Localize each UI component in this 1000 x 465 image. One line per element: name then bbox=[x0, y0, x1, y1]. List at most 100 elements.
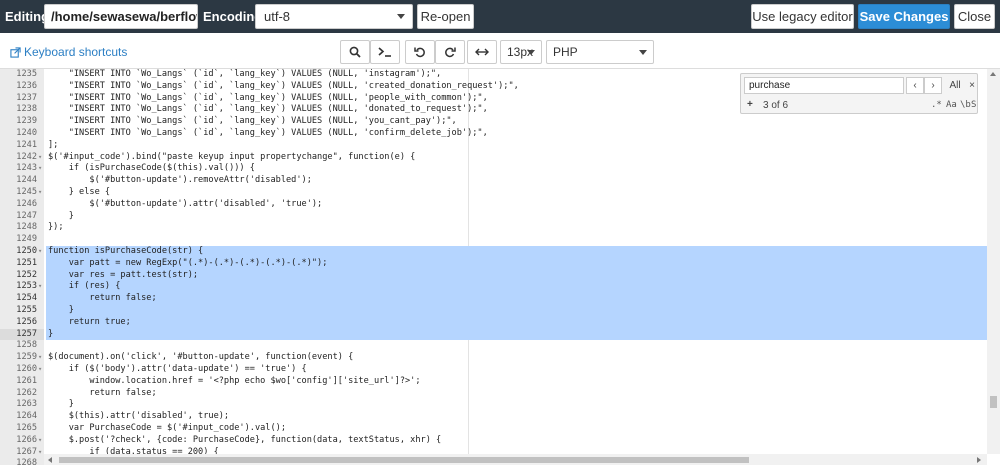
chevron-down-icon bbox=[639, 50, 647, 55]
code-line[interactable]: 1256 return true; bbox=[0, 316, 987, 329]
whole-word-option[interactable]: \b bbox=[960, 100, 971, 110]
line-number: 1256 bbox=[16, 316, 37, 327]
find-all-button[interactable]: All bbox=[944, 77, 966, 94]
code-line[interactable]: 1248}); bbox=[0, 222, 987, 234]
close-button[interactable]: Close bbox=[954, 4, 995, 29]
code-line[interactable]: 1259 ▾ $(document).on('click', '#button-up… bbox=[0, 352, 987, 364]
line-number: 1236 bbox=[16, 80, 37, 91]
selection-highlight bbox=[46, 316, 987, 329]
line-number: 1258 bbox=[16, 340, 37, 351]
chevron-left-icon: ‹ bbox=[913, 80, 917, 91]
scroll-left-arrow-icon[interactable] bbox=[48, 457, 52, 463]
code-line[interactable]: 1250 ▾ function isPurchaseCode(str) { bbox=[0, 245, 987, 258]
code-text: "INSERT INTO `Wo_Langs` (`id`, `lang_key… bbox=[48, 80, 519, 91]
scroll-right-arrow-icon[interactable] bbox=[977, 457, 981, 463]
fold-toggle-icon[interactable]: ▾ bbox=[38, 281, 44, 293]
code-line[interactable]: 1252 var res = patt.test(str); bbox=[0, 269, 987, 282]
chevron-down-icon bbox=[527, 50, 535, 55]
search-input[interactable]: purchase bbox=[744, 77, 904, 94]
code-line[interactable]: 1247 } bbox=[0, 211, 987, 223]
code-editor[interactable]: 1235 "INSERT INTO `Wo_Langs` (`id`, `lan… bbox=[0, 68, 1000, 465]
redo-icon bbox=[445, 47, 456, 58]
horizontal-arrows-icon bbox=[475, 48, 489, 56]
code-line[interactable]: 1249 bbox=[0, 234, 987, 246]
toggle-replace-button[interactable]: + bbox=[747, 99, 753, 110]
scroll-up-arrow-icon[interactable] bbox=[990, 72, 996, 76]
language-mode-select[interactable]: PHP bbox=[546, 40, 654, 64]
code-line[interactable]: 1244 $('#button-update').removeAttr('dis… bbox=[0, 175, 987, 187]
redo-button[interactable] bbox=[435, 40, 465, 64]
line-number: 1265 bbox=[16, 422, 37, 433]
fold-toggle-icon[interactable]: ▾ bbox=[38, 152, 44, 164]
code-line[interactable]: 1266 ▾ $.post('?check', {code: PurchaseCo… bbox=[0, 435, 987, 447]
code-line[interactable]: 1255 } bbox=[0, 304, 987, 317]
code-line[interactable]: 1264 $(this).attr('disabled', true); bbox=[0, 411, 987, 423]
code-line[interactable]: 1262 return false; bbox=[0, 388, 987, 400]
code-lines: 1235 "INSERT INTO `Wo_Langs` (`id`, `lan… bbox=[0, 69, 987, 465]
search-button[interactable] bbox=[340, 40, 370, 64]
code-line[interactable]: 1243 ▾ if (isPurchaseCode($(this).val()))… bbox=[0, 163, 987, 175]
code-line[interactable]: 1246 $('#button-update').attr('disabled'… bbox=[0, 199, 987, 211]
line-number: 1240 bbox=[16, 127, 37, 138]
fold-toggle-icon[interactable]: ▾ bbox=[38, 364, 44, 376]
code-line[interactable]: 1239 "INSERT INTO `Wo_Langs` (`id`, `lan… bbox=[0, 116, 987, 128]
terminal-button[interactable] bbox=[370, 40, 400, 64]
find-next-button[interactable]: › bbox=[924, 77, 942, 94]
line-number: 1248 bbox=[16, 222, 37, 233]
fold-toggle-icon[interactable]: ▾ bbox=[38, 246, 44, 258]
code-line[interactable]: 1245 ▾ } else { bbox=[0, 187, 987, 199]
code-line[interactable]: 1242 ▾ $('#input_code').bind("paste keyup … bbox=[0, 152, 987, 164]
code-line[interactable]: 1265 var PurchaseCode = $('#input_code')… bbox=[0, 423, 987, 435]
code-line[interactable]: 1258 bbox=[0, 340, 987, 352]
close-search-icon[interactable]: × bbox=[967, 77, 977, 94]
legacy-editor-button[interactable]: Use legacy editor bbox=[751, 4, 854, 29]
save-changes-button[interactable]: Save Changes bbox=[858, 4, 950, 29]
vertical-scrollbar[interactable] bbox=[987, 69, 1000, 454]
line-number: 1257 bbox=[16, 328, 37, 339]
code-line[interactable]: 1253 ▾ if (res) { bbox=[0, 281, 987, 294]
fold-toggle-icon[interactable]: ▾ bbox=[38, 352, 44, 364]
file-path-field[interactable]: /home/sewasewa/berflow bbox=[44, 4, 198, 29]
vertical-scroll-thumb[interactable] bbox=[990, 396, 997, 408]
code-text: window.location.href = '<?php echo $wo['… bbox=[48, 375, 421, 386]
code-text: } bbox=[48, 399, 74, 410]
code-line[interactable]: 1257} bbox=[0, 328, 987, 341]
horizontal-scroll-thumb[interactable] bbox=[59, 457, 749, 463]
code-line[interactable]: 1260 ▾ if ($('body').attr('data-update') … bbox=[0, 364, 987, 376]
code-line[interactable]: 1241]; bbox=[0, 140, 987, 152]
code-line[interactable]: 1261 window.location.href = '<?php echo … bbox=[0, 376, 987, 388]
code-text: $('#input_code').bind("paste keyup input… bbox=[48, 151, 416, 162]
search-icon bbox=[349, 46, 361, 58]
line-number: 1243 bbox=[16, 163, 37, 174]
undo-button[interactable] bbox=[405, 40, 435, 64]
code-text: "INSERT INTO `Wo_Langs` (`id`, `lang_key… bbox=[48, 104, 488, 115]
keyboard-shortcuts-link[interactable]: Keyboard shortcuts bbox=[10, 45, 127, 59]
font-size-select[interactable]: 13px bbox=[500, 40, 542, 64]
regex-option[interactable]: .* bbox=[931, 100, 942, 110]
line-number: 1266 bbox=[16, 434, 37, 445]
code-line[interactable]: 1263 } bbox=[0, 399, 987, 411]
fold-toggle-icon[interactable]: ▾ bbox=[38, 163, 44, 175]
fold-toggle-icon[interactable]: ▾ bbox=[38, 187, 44, 199]
encoding-select[interactable]: utf-8 bbox=[255, 4, 413, 29]
code-text: var patt = new RegExp("(.*)-(.*)-(.*)-(.… bbox=[48, 257, 328, 268]
case-sensitive-option[interactable]: Aa bbox=[946, 100, 957, 110]
line-number: 1267 bbox=[16, 446, 37, 457]
code-text: } bbox=[48, 304, 74, 315]
line-number: 1254 bbox=[16, 293, 37, 304]
search-in-selection-option[interactable]: S bbox=[971, 100, 976, 110]
reopen-button[interactable]: Re-open bbox=[417, 4, 474, 29]
word-wrap-button[interactable] bbox=[467, 40, 497, 64]
code-line[interactable]: 1251 var patt = new RegExp("(.*)-(.*)-(.… bbox=[0, 257, 987, 270]
code-text: $.post('?check', {code: PurchaseCode}, f… bbox=[48, 434, 442, 445]
code-line[interactable]: 1240 "INSERT INTO `Wo_Langs` (`id`, `lan… bbox=[0, 128, 987, 140]
find-previous-button[interactable]: ‹ bbox=[906, 77, 924, 94]
line-number: 1252 bbox=[16, 269, 37, 280]
fold-toggle-icon[interactable]: ▾ bbox=[38, 435, 44, 447]
code-text: } bbox=[48, 210, 74, 221]
line-number: 1255 bbox=[16, 304, 37, 315]
horizontal-scrollbar[interactable] bbox=[44, 454, 987, 465]
line-number: 1246 bbox=[16, 198, 37, 209]
selection-highlight bbox=[46, 304, 987, 317]
code-line[interactable]: 1254 return false; bbox=[0, 293, 987, 305]
